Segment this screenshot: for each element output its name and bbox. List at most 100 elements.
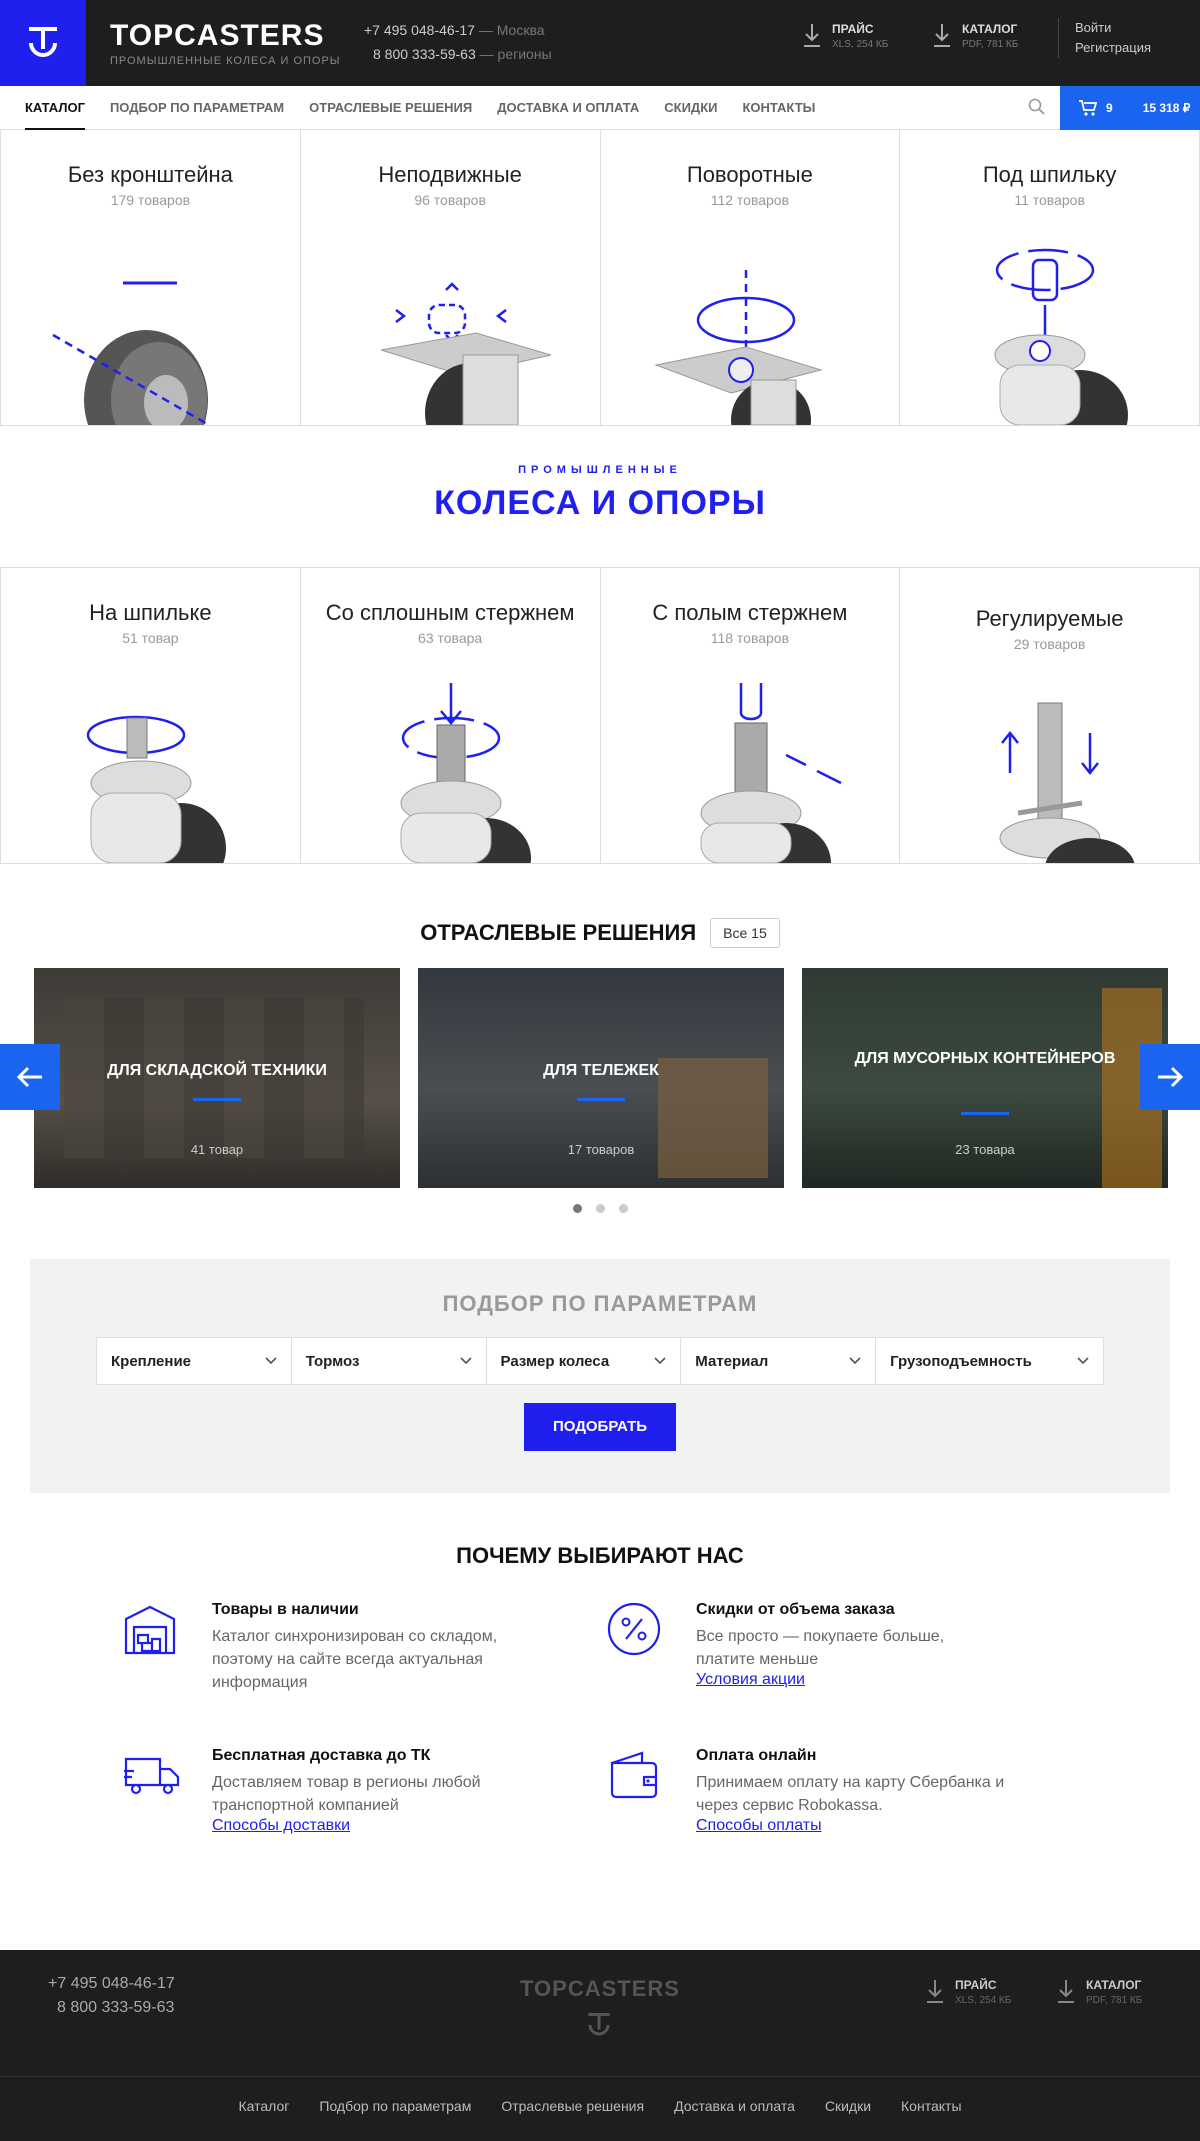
nav-catalog[interactable]: КАТАЛОГ	[25, 86, 85, 130]
brand-tagline: ПРОМЫШЛЕННЫЕ КОЛЕСА И ОПОРЫ	[110, 55, 341, 67]
stud-caster-image	[994, 248, 1129, 425]
category-count: 11 товаров	[1014, 192, 1085, 208]
footer-link-delivery[interactable]: Доставка и оплата	[674, 2098, 795, 2114]
slide-count: 41 товар	[190, 1142, 244, 1157]
slider-dot[interactable]	[572, 1204, 582, 1213]
slide-bar	[577, 1098, 625, 1101]
category-card[interactable]: Под шпильку 11 товаров	[900, 130, 1200, 426]
cart-button[interactable]: 9 15 318 ₽	[1060, 86, 1200, 130]
category-count: 63 товара	[418, 630, 483, 646]
filter-label: Размер колеса	[500, 1352, 610, 1370]
category-card[interactable]: Со сплошным стержнем 63 товара	[300, 568, 601, 864]
industry-all-button[interactable]: Все 15	[710, 918, 780, 948]
slide-label: ДЛЯ ТЕЛЕЖЕК	[543, 1062, 659, 1079]
filter-brake[interactable]: Тормоз	[292, 1338, 487, 1384]
industry-slide[interactable]: ДЛЯ СКЛАДСКОЙ ТЕХНИКИ 41 товар	[34, 968, 400, 1188]
nav-contacts[interactable]: КОНТАКТЫ	[742, 86, 815, 130]
filter-mount[interactable]: Крепление	[97, 1338, 292, 1384]
chevron-down-icon	[459, 1357, 472, 1365]
nav-delivery[interactable]: ДОСТАВКА И ОПЛАТА	[497, 86, 639, 130]
register-link[interactable]: Регистрация	[1075, 40, 1151, 55]
slider-dot[interactable]	[595, 1204, 605, 1213]
catalog-title: КАТАЛОГ	[962, 22, 1018, 36]
payment-methods-link[interactable]: Способы оплаты	[696, 1817, 822, 1835]
category-card[interactable]: Поворотные 112 товаров	[600, 130, 901, 426]
wheel-image	[52, 281, 210, 425]
industry-slider: ДЛЯ СКЛАДСКОЙ ТЕХНИКИ 41 товар ДЛЯ ТЕЛЕЖ…	[0, 968, 1200, 1188]
category-count: 96 товаров	[414, 192, 486, 208]
category-card[interactable]: Регулируемые 29 товаров	[900, 568, 1200, 864]
cart-total: 15 318 ₽	[1142, 101, 1191, 115]
filter-label: Материал	[695, 1352, 769, 1370]
phone-regions-region: — регионы	[479, 46, 552, 62]
category-title: Неподвижные	[378, 162, 522, 187]
logo[interactable]	[0, 0, 86, 86]
category-title: Под шпильку	[982, 162, 1117, 187]
footer-link-contacts[interactable]: Контакты	[901, 2098, 961, 2114]
category-card[interactable]: Без кронштейна 179 товаров	[1, 130, 301, 426]
search-icon[interactable]	[1028, 98, 1046, 121]
nav-discounts[interactable]: СКИДКИ	[664, 86, 717, 130]
feature-text: Каталог синхронизирован со складом, поэт…	[212, 1628, 498, 1691]
hero-title: КОЛЕСА И ОПОРЫ	[434, 484, 766, 522]
footer-divider	[0, 2076, 1200, 2077]
main-nav: КАТАЛОГ ПОДБОР ПО ПАРАМЕТРАМ ОТРАСЛЕВЫЕ …	[0, 86, 1200, 130]
feature-title: Бесплатная доставка до ТК	[212, 1747, 431, 1764]
industry-slide[interactable]: ДЛЯ МУСОРНЫХ КОНТЕЙНЕРОВ 23 товара	[802, 968, 1168, 1188]
footer-link-discounts[interactable]: Скидки	[825, 2098, 871, 2114]
catalog-download[interactable]: КАТАЛОГ PDF, 781 КБ	[932, 22, 1018, 50]
category-card[interactable]: На шпильке 51 товар	[1, 568, 301, 864]
category-title: Поворотные	[686, 162, 813, 187]
chevron-down-icon	[265, 1357, 277, 1365]
footer: +7 495 048-46-17 8 800 333-59-63 TOPCAST…	[0, 1950, 1200, 2141]
header-phones: +7 495 048-46-17 — Москва 8 800 333-59-6…	[364, 18, 552, 66]
category-card[interactable]: С полым стержнем 118 товаров	[600, 568, 901, 864]
nav-industry[interactable]: ОТРАСЛЕВЫЕ РЕШЕНИЯ	[309, 86, 472, 130]
hero-subtitle: ПРОМЫШЛЕННЫЕ	[518, 464, 682, 476]
phone-moscow[interactable]: +7 495 048-46-17	[364, 22, 475, 38]
slider-dot[interactable]	[618, 1204, 628, 1213]
footer-price-download[interactable]: ПРАЙС XLS, 254 КБ	[925, 1978, 1011, 2006]
catalog-sub: PDF, 781 КБ	[962, 39, 1019, 50]
logo-icon	[29, 27, 57, 57]
chevron-down-icon	[1077, 1357, 1089, 1365]
category-count: 51 товар	[122, 630, 179, 646]
arrow-right-icon	[1158, 1066, 1184, 1088]
filter-wheel-size[interactable]: Размер колеса	[487, 1338, 682, 1384]
phone-moscow-region: — Москва	[478, 22, 545, 38]
filter-label: Грузоподъемность	[890, 1352, 1032, 1370]
category-card[interactable]: Неподвижные 96 товаров	[300, 130, 601, 426]
feature-text: Принимаем оплату на карту Сбербанка и че…	[696, 1774, 1005, 1814]
brand-name: TOPCASTERS	[110, 19, 325, 52]
nav-params[interactable]: ПОДБОР ПО ПАРАМЕТРАМ	[110, 86, 284, 130]
slider-next-button[interactable]	[1140, 1044, 1200, 1110]
category-title: Регулируемые	[975, 606, 1124, 631]
industry-slide[interactable]: ДЛЯ ТЕЛЕЖЕК 17 товаров	[418, 968, 784, 1188]
phone-regions[interactable]: 8 800 333-59-63	[373, 46, 476, 62]
slider-dots	[0, 1204, 1200, 1213]
adjustable-image	[999, 702, 1135, 863]
feature-title: Скидки от объема заказа	[696, 1601, 895, 1618]
filter-label: Крепление	[111, 1352, 192, 1370]
price-download[interactable]: ПРАЙС XLS, 254 КБ	[802, 22, 888, 50]
filter-load[interactable]: Грузоподъемность	[876, 1338, 1103, 1384]
category-count: 29 товаров	[1013, 636, 1086, 652]
footer-link-params[interactable]: Подбор по параметрам	[319, 2098, 471, 2114]
category-title: С полым стержнем	[652, 600, 848, 625]
category-count: 118 товаров	[710, 630, 790, 646]
login-link[interactable]: Войти	[1075, 20, 1111, 35]
footer-link-industry[interactable]: Отраслевые решения	[501, 2098, 644, 2114]
delivery-methods-link[interactable]: Способы доставки	[212, 1817, 350, 1835]
auth-links: Войти Регистрация	[1058, 18, 1151, 58]
footer-link-catalog[interactable]: Каталог	[238, 2098, 289, 2114]
slider-prev-button[interactable]	[0, 1044, 60, 1110]
feature-payment: Оплата онлайн Принимаем оплату на карту …	[606, 1747, 1006, 1835]
param-filter: ПОДБОР ПО ПАРАМЕТРАМ Крепление Тормоз Ра…	[30, 1259, 1170, 1493]
percent-icon	[607, 1602, 661, 1656]
submit-filter-button[interactable]: ПОДОБРАТЬ	[524, 1403, 676, 1451]
filter-material[interactable]: Материал	[681, 1338, 877, 1384]
footer-catalog-download[interactable]: КАТАЛОГ PDF, 781 КБ	[1056, 1978, 1142, 2006]
feature-delivery: Бесплатная доставка до ТК Доставляем тов…	[122, 1747, 522, 1835]
discount-terms-link[interactable]: Условия акции	[696, 1671, 805, 1689]
industry-header: ОТРАСЛЕВЫЕ РЕШЕНИЯ Все 15	[0, 916, 1200, 950]
